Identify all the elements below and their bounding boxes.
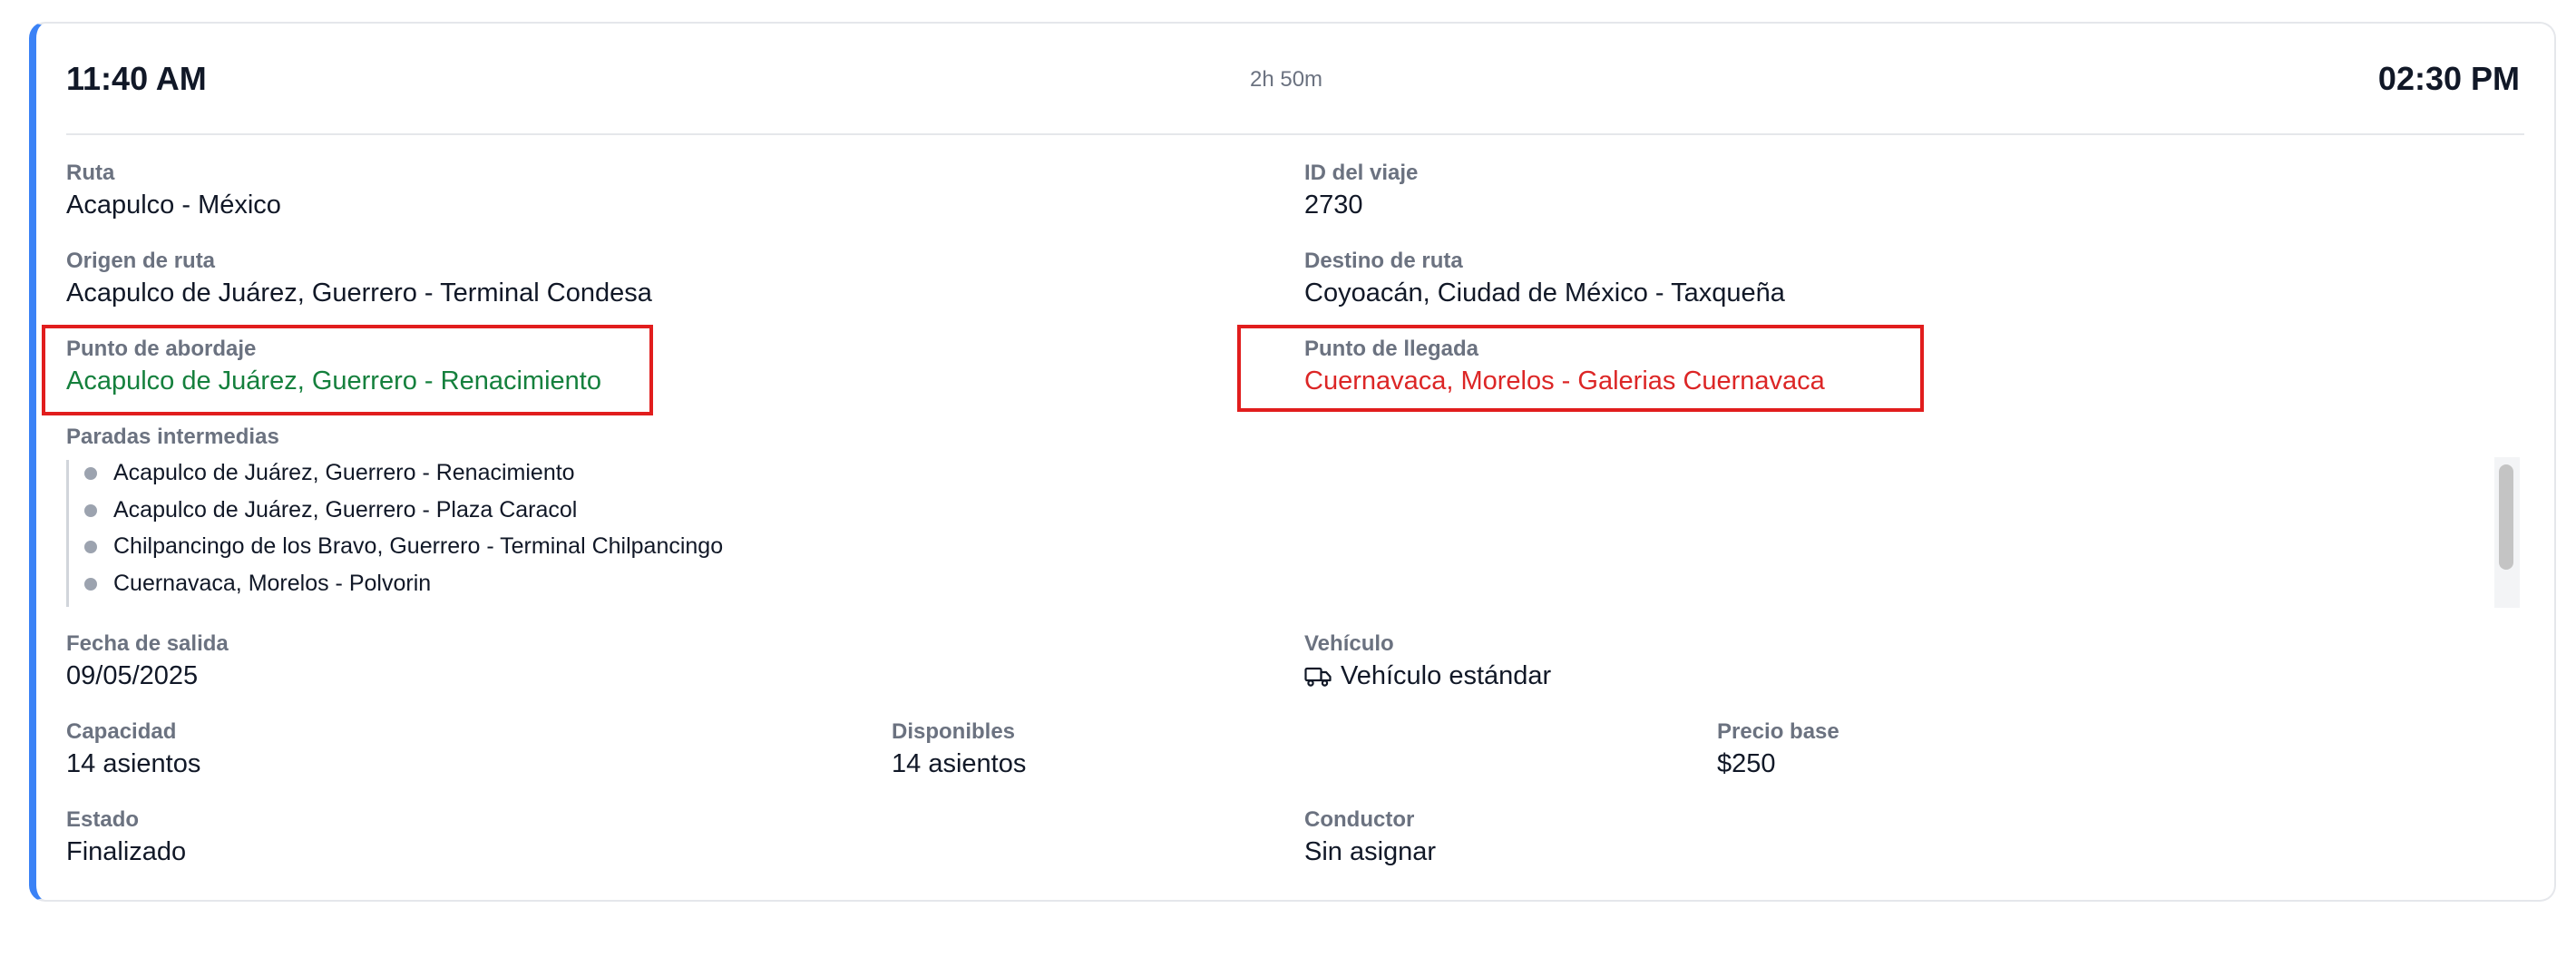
driver-label: Conductor xyxy=(1304,807,1415,832)
list-item: Cuernavaca, Morelos - Polvorin xyxy=(113,571,432,596)
list-item: Acapulco de Juárez, Guerrero - Renacimie… xyxy=(113,460,575,485)
arrival-point-value: Cuernavaca, Morelos - Galerias Cuernavac… xyxy=(1304,366,1825,396)
intermediate-stops-label: Paradas intermedias xyxy=(66,425,279,449)
truck-icon xyxy=(1304,665,1332,695)
status-value: Finalizado xyxy=(66,837,187,866)
dot-icon xyxy=(84,504,97,517)
base-price-value: $250 xyxy=(1717,749,1776,778)
capacity-value: 14 asientos xyxy=(66,749,201,778)
header-divider xyxy=(66,133,2524,135)
stops-list-border xyxy=(66,460,69,607)
available-label: Disponibles xyxy=(892,719,1016,744)
base-price-label: Precio base xyxy=(1717,719,1839,744)
departure-date-label: Fecha de salida xyxy=(66,631,229,656)
arrival-point-label: Punto de llegada xyxy=(1304,337,1479,361)
vehicle-value-row: Vehículo estándar xyxy=(1304,661,1551,695)
capacity-label: Capacidad xyxy=(66,719,177,744)
status-label: Estado xyxy=(66,807,140,832)
route-label: Ruta xyxy=(66,161,115,185)
vehicle-value: Vehículo estándar xyxy=(1341,661,1552,690)
departure-time: 11:40 AM xyxy=(66,60,207,97)
trip-id-label: ID del viaje xyxy=(1304,161,1419,185)
route-destination-label: Destino de ruta xyxy=(1304,249,1463,273)
trip-duration: 2h 50m xyxy=(1250,67,1323,92)
list-item: Chilpancingo de los Bravo, Guerrero - Te… xyxy=(113,533,724,559)
dot-icon xyxy=(84,467,97,480)
arrival-time: 02:30 PM xyxy=(2377,60,2520,97)
departure-date-value: 09/05/2025 xyxy=(66,661,199,690)
boarding-point-label: Punto de abordaje xyxy=(66,337,257,361)
list-item: Acapulco de Juárez, Guerrero - Plaza Car… xyxy=(113,497,578,523)
route-value: Acapulco - México xyxy=(66,190,281,220)
boarding-point-value: Acapulco de Juárez, Guerrero - Renacimie… xyxy=(66,366,601,396)
stops-scrollbar-thumb[interactable] xyxy=(2499,464,2513,570)
vehicle-label: Vehículo xyxy=(1304,631,1394,656)
dot-icon xyxy=(84,578,97,591)
route-destination-value: Coyoacán, Ciudad de México - Taxqueña xyxy=(1304,278,1785,308)
available-value: 14 asientos xyxy=(892,749,1027,778)
dot-icon xyxy=(84,541,97,553)
trip-id-value: 2730 xyxy=(1304,190,1363,220)
route-origin-value: Acapulco de Juárez, Guerrero - Terminal … xyxy=(66,278,652,308)
route-origin-label: Origen de ruta xyxy=(66,249,216,273)
driver-value: Sin asignar xyxy=(1304,837,1437,866)
